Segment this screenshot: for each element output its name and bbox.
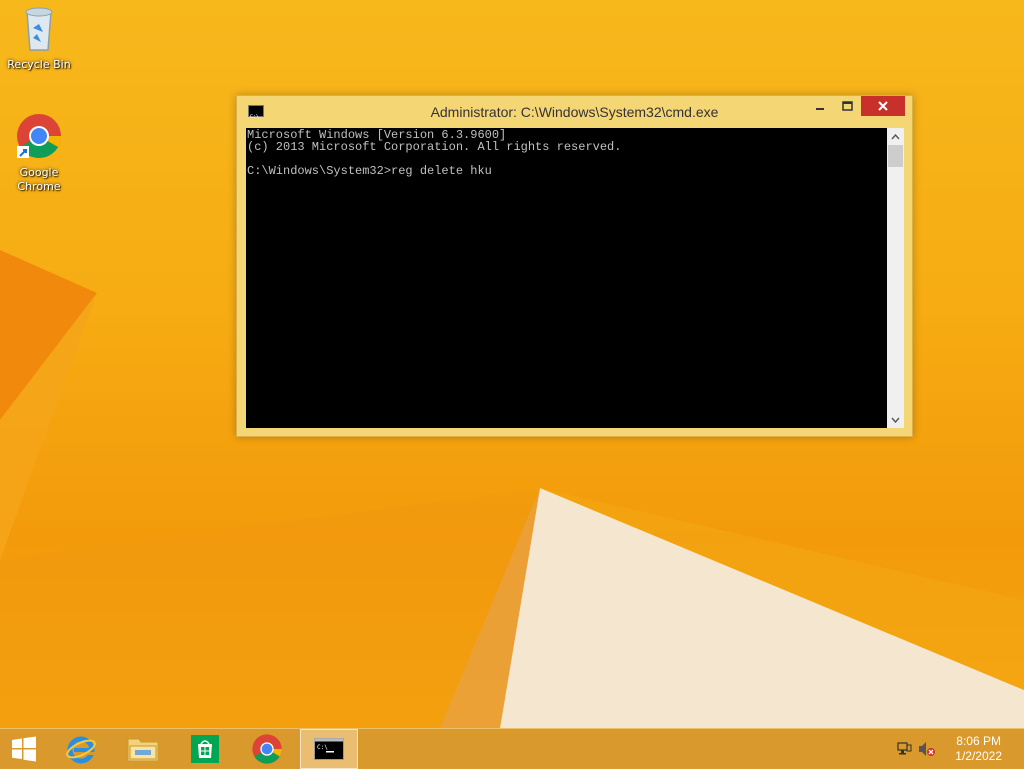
minimize-icon bbox=[816, 108, 824, 110]
console-text: Microsoft Windows [Version 6.3.9600] (c)… bbox=[247, 128, 622, 178]
desktop-icon-google-chrome[interactable]: Google Chrome bbox=[3, 112, 75, 194]
start-icon bbox=[12, 736, 36, 762]
system-tray bbox=[896, 729, 936, 769]
chevron-down-icon bbox=[891, 417, 900, 423]
volume-muted-icon[interactable] bbox=[918, 741, 936, 757]
file-explorer-icon bbox=[127, 738, 159, 762]
start-button[interactable] bbox=[0, 729, 48, 769]
desktop-icon-label: Recycle Bin bbox=[7, 58, 71, 71]
taskbar-internet-explorer[interactable] bbox=[52, 729, 110, 769]
scroll-up-button[interactable] bbox=[887, 128, 904, 145]
cmd-icon: C:\ bbox=[314, 738, 344, 760]
close-button[interactable] bbox=[861, 96, 905, 116]
desktop-icon-recycle-bin[interactable]: Recycle Bin bbox=[3, 6, 75, 72]
window-titlebar[interactable]: C:\ Administrator: C:\Windows\System32\c… bbox=[237, 96, 912, 128]
internet-explorer-icon bbox=[66, 736, 96, 764]
chrome-icon bbox=[17, 114, 61, 158]
clock-date: 1/2/2022 bbox=[955, 749, 1002, 763]
chevron-up-icon bbox=[891, 133, 900, 139]
vertical-scrollbar[interactable] bbox=[887, 128, 904, 428]
clock-time: 8:06 PM bbox=[956, 734, 1001, 748]
desktop-icon-label: Google Chrome bbox=[17, 166, 61, 193]
taskbar-chrome[interactable] bbox=[238, 729, 296, 769]
taskbar: C:\ 8:06 PM 1/2/2022 bbox=[0, 728, 1024, 769]
taskbar-cmd[interactable]: C:\ bbox=[300, 729, 358, 769]
minimize-button[interactable] bbox=[806, 96, 834, 116]
cmd-window[interactable]: C:\ Administrator: C:\Windows\System32\c… bbox=[236, 95, 913, 437]
scroll-thumb[interactable] bbox=[888, 145, 903, 167]
scroll-down-button[interactable] bbox=[887, 411, 904, 428]
maximize-icon bbox=[841, 101, 853, 111]
recycle-bin-icon bbox=[25, 7, 53, 51]
maximize-button[interactable] bbox=[834, 96, 860, 116]
close-icon bbox=[878, 101, 888, 111]
network-icon[interactable] bbox=[896, 741, 912, 757]
taskbar-file-explorer[interactable] bbox=[114, 729, 172, 769]
store-icon bbox=[191, 735, 219, 763]
chrome-icon bbox=[252, 734, 282, 764]
taskbar-store[interactable] bbox=[176, 729, 234, 769]
taskbar-clock[interactable]: 8:06 PM 1/2/2022 bbox=[955, 734, 1002, 764]
console-output[interactable]: Microsoft Windows [Version 6.3.9600] (c)… bbox=[246, 128, 887, 428]
svg-text:C:\: C:\ bbox=[317, 744, 328, 751]
